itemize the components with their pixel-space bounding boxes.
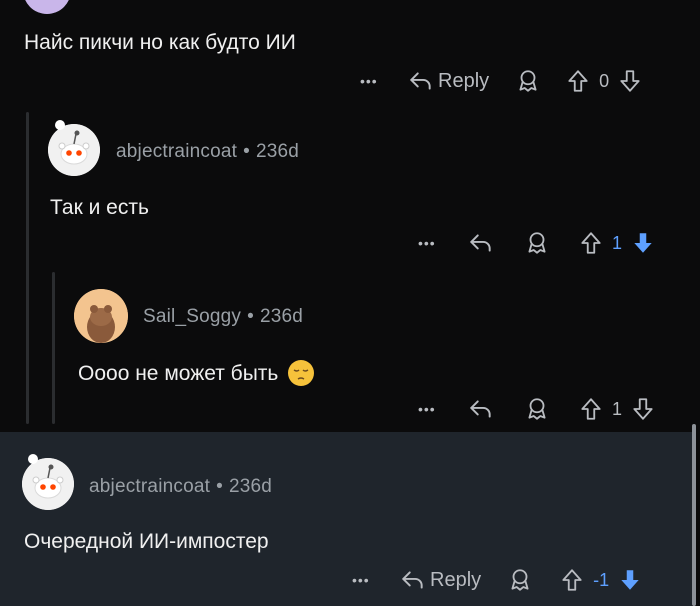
more-options-button[interactable]: ••• xyxy=(418,235,468,251)
award-icon[interactable] xyxy=(515,68,541,94)
award-icon[interactable] xyxy=(507,567,533,593)
reply-icon xyxy=(400,567,426,593)
reply-icon[interactable] xyxy=(468,230,494,256)
vote-score: 1 xyxy=(612,398,623,419)
reply-button[interactable]: Reply xyxy=(408,68,489,94)
comment-text: Очередной ИИ-импостер xyxy=(24,530,269,553)
downvote-icon[interactable] xyxy=(630,396,656,422)
timestamp: 236d xyxy=(259,306,304,327)
avatar[interactable] xyxy=(74,289,128,343)
timestamp: 236d xyxy=(255,141,300,162)
downvote-icon[interactable] xyxy=(617,68,643,94)
comment-meta: Sail_Soggy • 236d xyxy=(143,306,303,328)
avatar-decoration xyxy=(28,454,38,464)
vote-score: -1 xyxy=(593,569,610,590)
comment-actions: ••• Reply -1 xyxy=(352,565,643,595)
comment-meta: abjectraincoat • 236d xyxy=(89,476,272,498)
downvote-icon[interactable] xyxy=(630,230,656,256)
comment-text: Найс пикчи но как будто ИИ xyxy=(24,31,296,54)
separator: • xyxy=(247,306,254,327)
avatar-decoration xyxy=(55,120,65,130)
reply-icon xyxy=(408,68,434,94)
username[interactable]: Sail_Soggy xyxy=(143,306,241,327)
reply-label: Reply xyxy=(438,69,490,92)
separator: • xyxy=(243,141,250,162)
separator: • xyxy=(216,476,223,497)
more-options-button[interactable]: ••• xyxy=(360,73,404,89)
more-options-button[interactable]: ••• xyxy=(352,572,400,588)
thread-line[interactable] xyxy=(26,112,29,424)
upvote-icon[interactable] xyxy=(578,230,604,256)
award-icon[interactable] xyxy=(524,396,550,422)
more-options-button[interactable]: ••• xyxy=(418,401,468,417)
timestamp: 236d xyxy=(228,476,273,497)
reply-button[interactable]: Reply xyxy=(400,567,481,593)
comment-text: Так и есть xyxy=(50,196,149,219)
avatar[interactable] xyxy=(22,458,74,510)
scrollbar[interactable] xyxy=(692,424,696,606)
vote-score: 0 xyxy=(599,70,610,91)
reply-label: Reply xyxy=(430,568,482,591)
upvote-icon[interactable] xyxy=(565,68,591,94)
comment-actions: ••• 1 xyxy=(418,394,656,424)
upvote-icon[interactable] xyxy=(559,567,585,593)
vote-score: 1 xyxy=(612,232,623,253)
comment-meta: abjectraincoat • 236d xyxy=(116,141,299,163)
reply-icon[interactable] xyxy=(468,396,494,422)
avatar[interactable] xyxy=(23,0,71,14)
comment-body: Оооо не может быть xyxy=(78,362,279,385)
pensive-emoji-icon xyxy=(288,360,315,386)
upvote-icon[interactable] xyxy=(578,396,604,422)
thread-line[interactable] xyxy=(52,272,55,424)
award-icon[interactable] xyxy=(524,230,550,256)
downvote-icon[interactable] xyxy=(617,567,643,593)
comment-actions: ••• 1 xyxy=(418,228,656,258)
comment-text: Оооо не может быть xyxy=(78,360,315,386)
comment-actions: ••• Reply 0 xyxy=(360,66,643,96)
username[interactable]: abjectraincoat xyxy=(89,476,210,497)
avatar[interactable] xyxy=(48,124,100,176)
username[interactable]: abjectraincoat xyxy=(116,141,237,162)
